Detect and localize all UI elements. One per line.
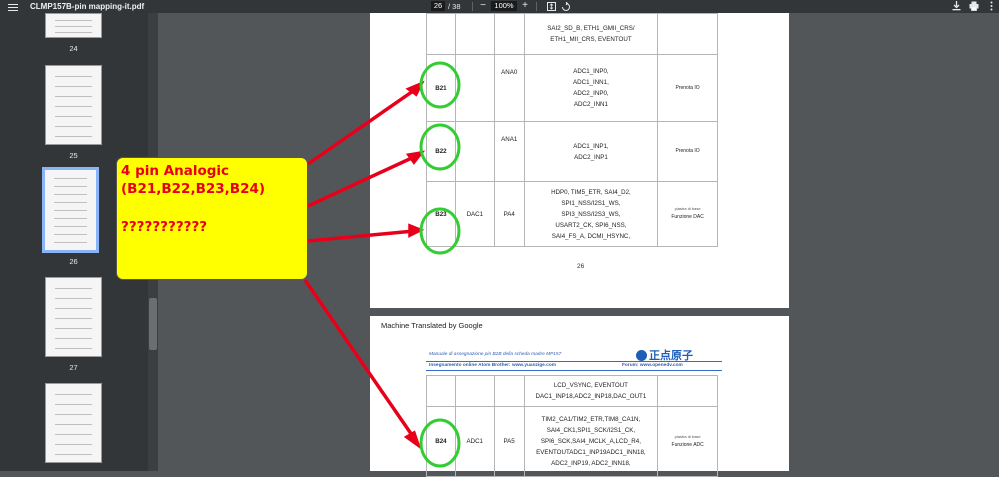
rotate-icon[interactable] xyxy=(560,0,572,13)
table-row: LCD_VSYNC, EVENTOUT DAC1_INP18,ADC2_INP18… xyxy=(426,375,718,407)
table-row: B21 ANA0 ADC1_INP0, ADC1_INN1, ADC2_INP0, A… xyxy=(426,54,718,122)
table-row: B24 ADC1 PA5 TIM2_CA1/TIM2_ETR,TIM8_CA1N… xyxy=(426,406,718,477)
page-thumbnail[interactable] xyxy=(45,383,102,463)
pdf-page-27: Machine Translated by Google Manuale di … xyxy=(370,316,789,477)
header-forum: Forum: www.openedv.com xyxy=(622,363,683,368)
functions-cell: TIM2_CA1/TIM2_ETR,TIM8_CA1N, SAI4_CK1,SPI… xyxy=(523,406,659,477)
page-thumbnail[interactable] xyxy=(45,277,102,357)
page-thumbnail-active[interactable] xyxy=(42,167,99,253)
zoom-in-button[interactable]: + xyxy=(520,0,530,13)
page-thumbnail[interactable] xyxy=(45,13,102,38)
functions-cell: SAI2_SD_B, ETH1_GMII_CRS/ETH1_MII_CRS, E… xyxy=(523,13,659,55)
zoom-input[interactable]: 100% xyxy=(491,1,517,11)
thumbnail-label: 26 xyxy=(69,257,78,266)
header-title: Manuale di assegnazione pin B2B della sc… xyxy=(429,352,562,357)
pin-b24: B24 xyxy=(426,406,456,477)
page-thumbnail[interactable] xyxy=(45,65,102,145)
machine-translated-label: Machine Translated by Google xyxy=(381,321,483,330)
zoom-out-button[interactable]: − xyxy=(478,0,488,13)
annotation-callout: 4 pin Analogic (B21,B22,B23,B24) ???????… xyxy=(116,157,308,280)
download-icon[interactable] xyxy=(950,0,962,13)
page-header: Manuale di assegnazione pin B2B della sc… xyxy=(426,347,724,372)
table-row: B22 ANA1 ADC1_INP1, ADC2_INP1 Prenota IO xyxy=(426,121,718,182)
pdf-page-26: SAI2_SD_B, ETH1_GMII_CRS/ETH1_MII_CRS, E… xyxy=(370,13,789,308)
thumbnail-label: 25 xyxy=(69,151,78,160)
header-site: Insegnamento online Atom Brother: www.yu… xyxy=(429,363,557,368)
pin-table: LCD_VSYNC, EVENTOUT DAC1_INP18,ADC2_INP18… xyxy=(426,375,718,477)
toolbar-divider xyxy=(472,2,473,11)
logo-icon xyxy=(636,349,647,361)
functions-cell: ADC1_INP1, ADC2_INP1 xyxy=(523,121,659,182)
thumbnail-label: 24 xyxy=(69,44,78,53)
functions-cell: ADC1_INP0, ADC1_INN1, ADC2_INP0, ADC2_INN1 xyxy=(523,54,659,122)
functions-cell: LCD_VSYNC, EVENTOUT DAC1_INP18,ADC2_INP18… xyxy=(523,375,659,407)
pdf-toolbar: CLMP157B-pin mapping-it.pdf 26 / 38 − 10… xyxy=(0,0,999,13)
callout-pin-list: (B21,B22,B23,B24) xyxy=(121,181,266,197)
fit-page-icon[interactable] xyxy=(545,0,557,13)
callout-title: 4 pin Analogic xyxy=(121,163,230,179)
sidebar-scrollbar-thumb[interactable] xyxy=(149,298,157,350)
menu-icon[interactable] xyxy=(8,2,18,11)
table-row: SAI2_SD_B, ETH1_GMII_CRS/ETH1_MII_CRS, E… xyxy=(426,13,718,55)
more-options-icon[interactable] xyxy=(987,0,995,13)
page-total: / 38 xyxy=(448,2,461,11)
callout-question: ??????????? xyxy=(121,219,208,235)
toolbar-divider xyxy=(536,2,537,11)
thumbnail-label: 27 xyxy=(69,363,78,372)
document-title: CLMP157B-pin mapping-it.pdf xyxy=(30,2,145,11)
pin-table: SAI2_SD_B, ETH1_GMII_CRS/ETH1_MII_CRS, E… xyxy=(426,13,718,247)
pin-b21: B21 xyxy=(426,54,456,122)
pin-b22: B22 xyxy=(426,121,456,182)
functions-cell: HDP0, TIM5_ETR, SAI4_D2, SPI1_NSS/I2S1_WS… xyxy=(523,181,659,247)
table-row: B23 DAC1 PA4 HDP0, TIM5_ETR, SAI4_D2, SPI… xyxy=(426,181,718,247)
print-icon[interactable] xyxy=(968,0,980,13)
page-number-input[interactable]: 26 xyxy=(431,1,445,11)
page-number-footer: 26 xyxy=(577,263,585,270)
pin-b23: B23 xyxy=(426,181,456,247)
